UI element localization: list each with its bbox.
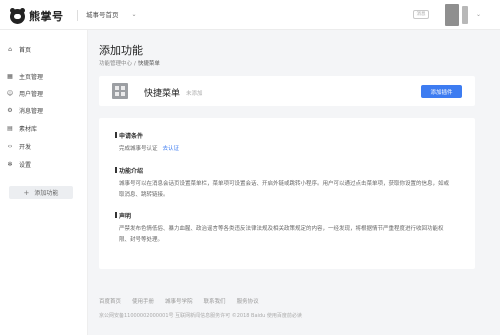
footer-links: 百度首页 使用手册 城事号学院 联系我们 服务协议 (99, 297, 270, 305)
conditions-title: 申请条件 (114, 132, 144, 140)
user-icon: ☺ (6, 89, 14, 97)
conditions-desc: 完成城事号认证 (119, 146, 158, 152)
header-divider (77, 10, 78, 21)
footer-link[interactable]: 服务协议 (237, 297, 259, 305)
sidebar-item-label: 素材库 (19, 125, 38, 133)
breadcrumb-parent[interactable]: 功能管理中心 (99, 61, 132, 67)
page-title: 添加功能 (99, 44, 143, 57)
footer-link[interactable]: 联系我们 (204, 297, 226, 305)
feature-info-card: 申请条件 完成城事号认证 去认证 功能介绍 城事号可以在消息会话页设置菜单栏，菜单… (99, 118, 475, 269)
notice-text: 严禁发布色情低俗、暴力血腥、政治谣言等各类违反法律法规及相关政策规定的内容，一经… (119, 226, 444, 243)
grid-icon: ▦ (7, 72, 13, 80)
add-plugin-button[interactable]: 添加插件 (421, 85, 462, 98)
code-icon: ‹› (7, 142, 13, 150)
conditions-text: 完成城事号认证 去认证 (119, 144, 454, 155)
sidebar-item-home[interactable]: ⌂ 首页 (6, 44, 31, 54)
sidebar-item-label: 开发 (19, 143, 32, 151)
avatar[interactable] (445, 4, 459, 26)
breadcrumb-separator: / (134, 61, 136, 67)
notice-title: 声明 (114, 212, 132, 220)
verify-link[interactable]: 去认证 (163, 146, 180, 152)
intro-title: 功能介绍 (114, 167, 144, 175)
home-icon: ⌂ (8, 45, 12, 53)
add-function-label: 添加功能 (34, 190, 59, 197)
sidebar-item-users[interactable]: ☺ 用户管理 (6, 88, 43, 98)
sidebar-item-label: 用户管理 (19, 90, 44, 98)
bear-paw-logo-icon (10, 7, 25, 24)
settings-icon: ✻ (7, 160, 13, 168)
footer-link[interactable]: 百度首页 (99, 297, 121, 305)
breadcrumb-current: 快捷菜单 (137, 61, 160, 67)
account-switcher[interactable]: 城事号首页 ⌄ (86, 9, 137, 20)
sidebar-item-label: 首页 (19, 46, 32, 54)
sidebar-item-settings[interactable]: ✻ 设置 (6, 159, 31, 169)
sidebar-item-label: 设置 (19, 161, 32, 169)
sidebar-item-develop[interactable]: ‹› 开发 (6, 141, 31, 151)
message-icon[interactable]: 消息 (413, 10, 429, 19)
top-bar: 熊掌号 城事号首页 ⌄ 消息 ⌄ (0, 0, 500, 30)
logo-text: 熊掌号 (29, 10, 64, 23)
menu-grid-icon (112, 83, 128, 99)
chevron-down-icon: ⌄ (131, 10, 137, 18)
copyright: 京公网安备11000002000001号 互联网新闻信息服务许可 ©2018 B… (99, 313, 302, 319)
add-function-button[interactable]: + 添加功能 (9, 186, 73, 199)
user-menu-chevron-icon[interactable]: ⌄ (476, 11, 481, 18)
plus-icon: + (23, 188, 30, 197)
sidebar-item-homepage-manage[interactable]: ▦ 主页管理 (6, 71, 43, 81)
folder-icon: ▤ (7, 124, 13, 132)
sidebar-item-messages[interactable]: ⚙ 消息管理 (6, 105, 43, 115)
gear-icon: ⚙ (7, 106, 13, 114)
sidebar-item-materials[interactable]: ▤ 素材库 (6, 123, 37, 133)
footer-link[interactable]: 使用手册 (132, 297, 154, 305)
footer-link[interactable]: 城事号学院 (165, 297, 193, 305)
sidebar-item-label: 消息管理 (19, 107, 44, 115)
breadcrumb: 功能管理中心 / 快捷菜单 (99, 59, 160, 67)
feature-status: 未添加 (186, 91, 203, 97)
sidebar: ⌂ 首页 ▦ 主页管理 ☺ 用户管理 ⚙ 消息管理 ▤ 素材库 ‹› 开发 ✻ … (0, 30, 88, 335)
feature-card: 快捷菜单 未添加 添加插件 (99, 76, 475, 106)
avatar-badge (462, 6, 468, 24)
sidebar-item-label: 主页管理 (19, 73, 44, 81)
feature-name: 快捷菜单 (144, 89, 181, 99)
logo[interactable]: 熊掌号 (10, 7, 64, 24)
intro-text: 城事号可以在消息会话页设置菜单栏，菜单项可设置会话、开启外链或跳转小程序。用户可… (119, 181, 450, 198)
account-label: 城事号首页 (86, 11, 119, 19)
